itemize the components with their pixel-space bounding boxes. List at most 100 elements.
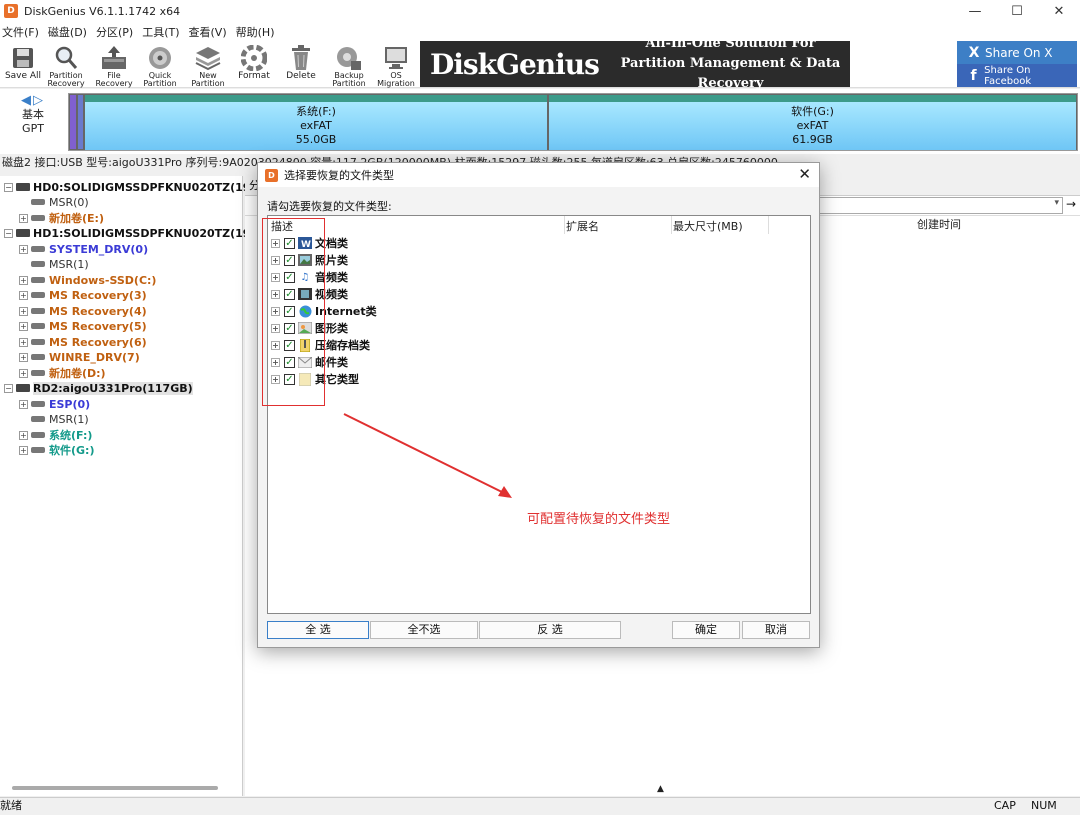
partition-fs: exFAT [300,119,332,132]
tree-partition-msr1-rd2[interactable]: MSR(1) [31,411,89,427]
tree-partition-c[interactable]: + Windows-SSD(C:) [19,272,156,288]
menu-view[interactable]: 查看(V) [187,24,234,40]
ok-button[interactable]: 确定 [672,621,740,639]
file-recovery-button[interactable]: File Recovery [91,44,137,88]
save-all-button[interactable]: Save All [0,44,46,88]
window-title: DiskGenius V6.1.1.1742 x64 [24,4,181,18]
disk-style-label: GPT [22,122,44,135]
partition-icon [31,447,45,453]
tree-partition-d[interactable]: + 新加卷(D:) [19,365,106,381]
quick-partition-button[interactable]: Quick Partition [137,44,183,88]
diskgenius-banner[interactable]: DiskGenius All-In-One Solution For Parti… [420,36,850,91]
partition-segment-msr[interactable] [77,94,84,150]
select-none-button[interactable]: 全不选 [370,621,478,639]
share-on-facebook-button[interactable]: f Share On Facebook [957,64,1077,87]
tree-partition-f[interactable]: + 系统(F:) [19,427,92,443]
expand-icon[interactable]: + [19,275,28,285]
os-migration-button[interactable]: OS Migration [373,44,419,88]
expand-icon[interactable]: + [19,213,28,223]
expand-icon[interactable]: + [19,430,28,440]
partition-segment-system-f[interactable]: 系统(F:) exFAT 55.0GB [84,94,548,150]
tree-partition-e[interactable]: + 新加卷(E:) [19,210,104,226]
menu-partition[interactable]: 分区(P) [94,24,140,40]
share-fb-label: Share On Facebook [984,64,1032,87]
partition-name: 系统(F:) [296,105,336,118]
partition-body: 软件(G:) exFAT 61.9GB [549,102,1076,150]
tree-disk-hd1[interactable]: − HD1:SOLIDIGMSSDPFKNU020TZ(1908 [4,225,266,241]
select-all-button[interactable]: 全 选 [267,621,369,639]
collapse-icon[interactable]: − [4,383,13,393]
maximize-button[interactable]: ☐ [996,0,1038,22]
tree-label: WINRE_DRV(7) [49,350,140,364]
expand-icon[interactable]: + [19,306,28,316]
tree-partition-recovery5[interactable]: + MS Recovery(5) [19,318,147,334]
tree-partition-winre[interactable]: + WINRE_DRV(7) [19,349,140,365]
go-arrow-icon[interactable]: → [1064,197,1078,214]
column-created-time[interactable]: 创建时间 [917,216,961,234]
expand-icon[interactable]: + [19,399,28,409]
backup-icon [334,44,364,72]
close-button[interactable]: ✕ [1038,0,1080,22]
minimize-button[interactable]: — [954,0,996,22]
partition-icon [31,323,45,329]
dialog-title-bar: D 选择要恢复的文件类型 ✕ [258,163,819,187]
invert-selection-button[interactable]: 反 选 [479,621,621,639]
tree-horizontal-scrollbar[interactable] [12,786,218,790]
toolbar-label: Format [238,71,270,81]
expand-icon[interactable]: + [19,352,28,362]
menu-help[interactable]: 帮助(H) [234,24,282,40]
next-disk-icon[interactable]: ▷ [33,93,45,108]
disk-icon [16,229,30,237]
expand-icon[interactable]: + [19,290,28,300]
toolbar-label: OS Migration [377,71,415,88]
partition-icon [31,277,45,283]
scroll-up-arrow-icon[interactable]: ▲ [657,784,664,794]
backup-partition-button[interactable]: Backup Partition [326,44,372,88]
tree-partition-msr1[interactable]: MSR(1) [31,256,89,272]
share-on-x-button[interactable]: X Share On X [957,41,1077,64]
partition-name: 软件(G:) [791,105,834,118]
column-extension[interactable]: 扩展名 [566,218,599,234]
partition-icon [31,354,45,360]
delete-button[interactable]: Delete [278,44,324,88]
expand-icon[interactable]: + [19,321,28,331]
banner-tagline: All-In-One Solution For Partition Manage… [611,34,850,94]
format-button[interactable]: Format [231,44,277,88]
menu-tools[interactable]: 工具(T) [140,24,186,40]
expand-icon[interactable]: + [19,337,28,347]
path-combo[interactable]: ▾ [819,197,1063,214]
tree-partition-recovery6[interactable]: + MS Recovery(6) [19,334,147,350]
save-icon [8,44,38,72]
tree-partition-msr0[interactable]: MSR(0) [31,194,89,210]
new-partition-button[interactable]: New Partition [185,44,231,88]
window-controls: — ☐ ✕ [954,0,1080,22]
facebook-logo-icon: f [970,67,977,84]
tree-disk-hd0[interactable]: − HD0:SOLIDIGMSSDPFKNU020TZ(1908 [4,179,266,195]
collapse-icon[interactable]: − [4,182,13,192]
column-max-size[interactable]: 最大尺寸(MB) [673,218,743,234]
toolbar-label: Save All [4,71,42,81]
banner-tagline-line2: Partition Management & Data Recovery [620,56,841,91]
tree-partition-recovery3[interactable]: + MS Recovery(3) [19,287,147,303]
partition-fs: exFAT [796,119,829,132]
partition-body: 系统(F:) exFAT 55.0GB [85,102,547,150]
partition-segment-esp[interactable] [69,94,77,150]
expand-icon[interactable]: + [19,445,28,455]
expand-icon[interactable]: + [19,244,28,254]
partition-recovery-button[interactable]: Partition Recovery [43,44,89,88]
disk-icon [16,384,30,392]
prev-disk-icon[interactable]: ◀ [21,93,33,108]
tree-partition-system-drv[interactable]: + SYSTEM_DRV(0) [19,241,148,257]
tree-disk-rd2[interactable]: − RD2:aigoU331Pro(117GB) [4,380,193,396]
file-recovery-icon [99,44,129,72]
partition-segment-software-g[interactable]: 软件(G:) exFAT 61.9GB [548,94,1077,150]
dialog-close-button[interactable]: ✕ [798,165,811,183]
tree-partition-recovery4[interactable]: + MS Recovery(4) [19,303,147,319]
expand-icon[interactable]: + [19,368,28,378]
cancel-button[interactable]: 取消 [742,621,810,639]
menu-file[interactable]: 文件(F) [0,24,46,40]
menu-disk[interactable]: 磁盘(D) [46,24,94,40]
tree-partition-g[interactable]: + 软件(G:) [19,442,94,458]
collapse-icon[interactable]: − [4,228,13,238]
tree-partition-esp[interactable]: + ESP(0) [19,396,90,412]
